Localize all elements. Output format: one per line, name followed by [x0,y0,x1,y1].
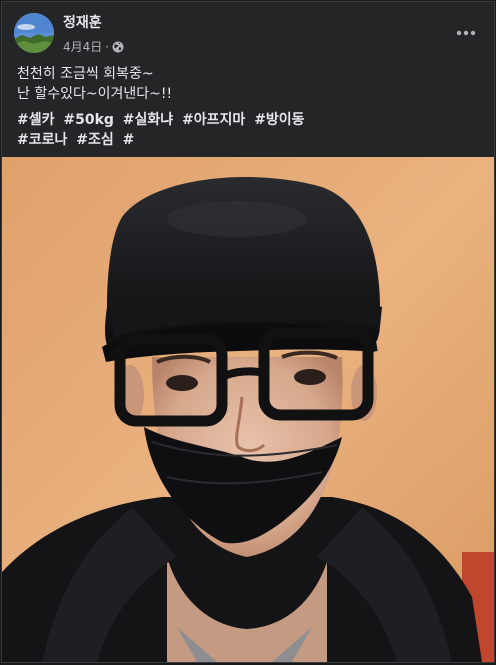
post-text-line: 천천히 조금씩 회복중~ [17,66,154,82]
meta-separator: · [105,39,110,54]
hashtag-link[interactable]: #코로나 [17,132,67,148]
hashtag-link[interactable]: #조심 [76,132,114,148]
hashtag-link[interactable]: #방이동 [254,112,304,128]
author-name[interactable]: 정재훈 [63,12,102,32]
post-photo[interactable] [2,157,494,662]
post-meta: 4月4日 · [63,38,124,55]
hashtag-row: #코로나 #조심 # [17,130,483,150]
post-date[interactable]: 4月4日 [63,38,102,55]
hashtag-row: #셀카 #50kg #실화냐 #아프지마 #방이동 [17,110,483,130]
globe-icon[interactable] [112,41,124,53]
post-text: 천천히 조금씩 회복중~ 난 할수있다~이겨낸다~!! #셀카 #50kg #실… [17,64,483,150]
author-avatar[interactable] [14,13,54,53]
hashtags: #셀카 #50kg #실화냐 #아프지마 #방이동 #코로나 #조심 # [17,110,483,150]
more-horizontal-icon [456,30,476,36]
more-options-button[interactable] [450,17,482,49]
hashtag-link[interactable]: # [123,132,135,148]
hashtag-link[interactable]: #셀카 [17,112,55,128]
hashtag-link[interactable]: #50kg [63,112,114,128]
post-card: 정재훈 4月4日 · 천천히 조금씩 회복중~ 난 할수있다~이겨낸다~!! #… [1,1,495,663]
post-text-line: 난 할수있다~이겨낸다~!! [17,86,173,102]
hashtag-link[interactable]: #실화냐 [123,112,173,128]
hashtag-link[interactable]: #아프지마 [182,112,245,128]
post-header: 정재훈 4月4日 · [2,2,494,60]
